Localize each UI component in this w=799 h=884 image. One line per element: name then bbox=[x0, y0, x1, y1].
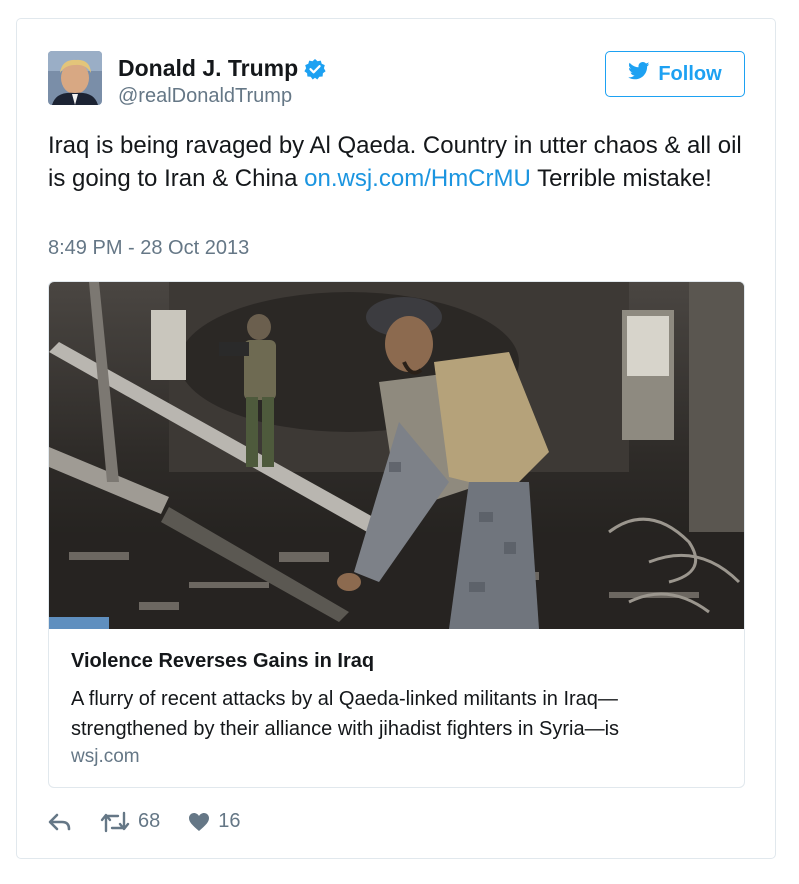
article-domain: wsj.com bbox=[71, 746, 140, 767]
author-name[interactable]: Donald J. Trump bbox=[118, 55, 298, 82]
like-count: 16 bbox=[218, 810, 241, 832]
author-name-row[interactable]: Donald J. Trump bbox=[118, 55, 326, 82]
tweet-link[interactable]: on.wsj.com/HmCrMU bbox=[304, 165, 531, 192]
tweet-card: Donald J. Trump @realDonaldTrump Follow … bbox=[16, 18, 776, 859]
avatar[interactable] bbox=[48, 51, 102, 105]
twitter-bird-icon bbox=[628, 62, 650, 86]
tweet-actions: 68 16 bbox=[48, 810, 241, 833]
article-photo[interactable] bbox=[49, 282, 744, 629]
retweet-count: 68 bbox=[138, 810, 161, 832]
follow-button[interactable]: Follow bbox=[605, 51, 745, 97]
tweet-text-end: Terrible mistake! bbox=[530, 165, 712, 192]
retweet-button[interactable]: 68 bbox=[100, 810, 160, 833]
reply-button[interactable] bbox=[48, 812, 72, 832]
tweet-timestamp[interactable]: 8:49 PM - 28 Oct 2013 bbox=[48, 237, 249, 260]
like-button[interactable]: 16 bbox=[188, 810, 241, 833]
author-handle[interactable]: @realDonaldTrump bbox=[118, 85, 292, 108]
link-preview-card[interactable]: Violence Reverses Gains in Iraq A flurry… bbox=[48, 281, 745, 788]
article-description: A flurry of recent attacks by al Qaeda-l… bbox=[71, 688, 620, 740]
follow-button-label: Follow bbox=[658, 62, 722, 85]
verified-badge-icon bbox=[304, 58, 326, 80]
tweet-text: Iraq is being ravaged by Al Qaeda. Count… bbox=[48, 129, 748, 195]
reply-icon bbox=[48, 812, 72, 832]
article-headline[interactable]: Violence Reverses Gains in Iraq bbox=[71, 650, 374, 673]
heart-icon bbox=[188, 812, 210, 832]
retweet-icon bbox=[100, 811, 130, 833]
